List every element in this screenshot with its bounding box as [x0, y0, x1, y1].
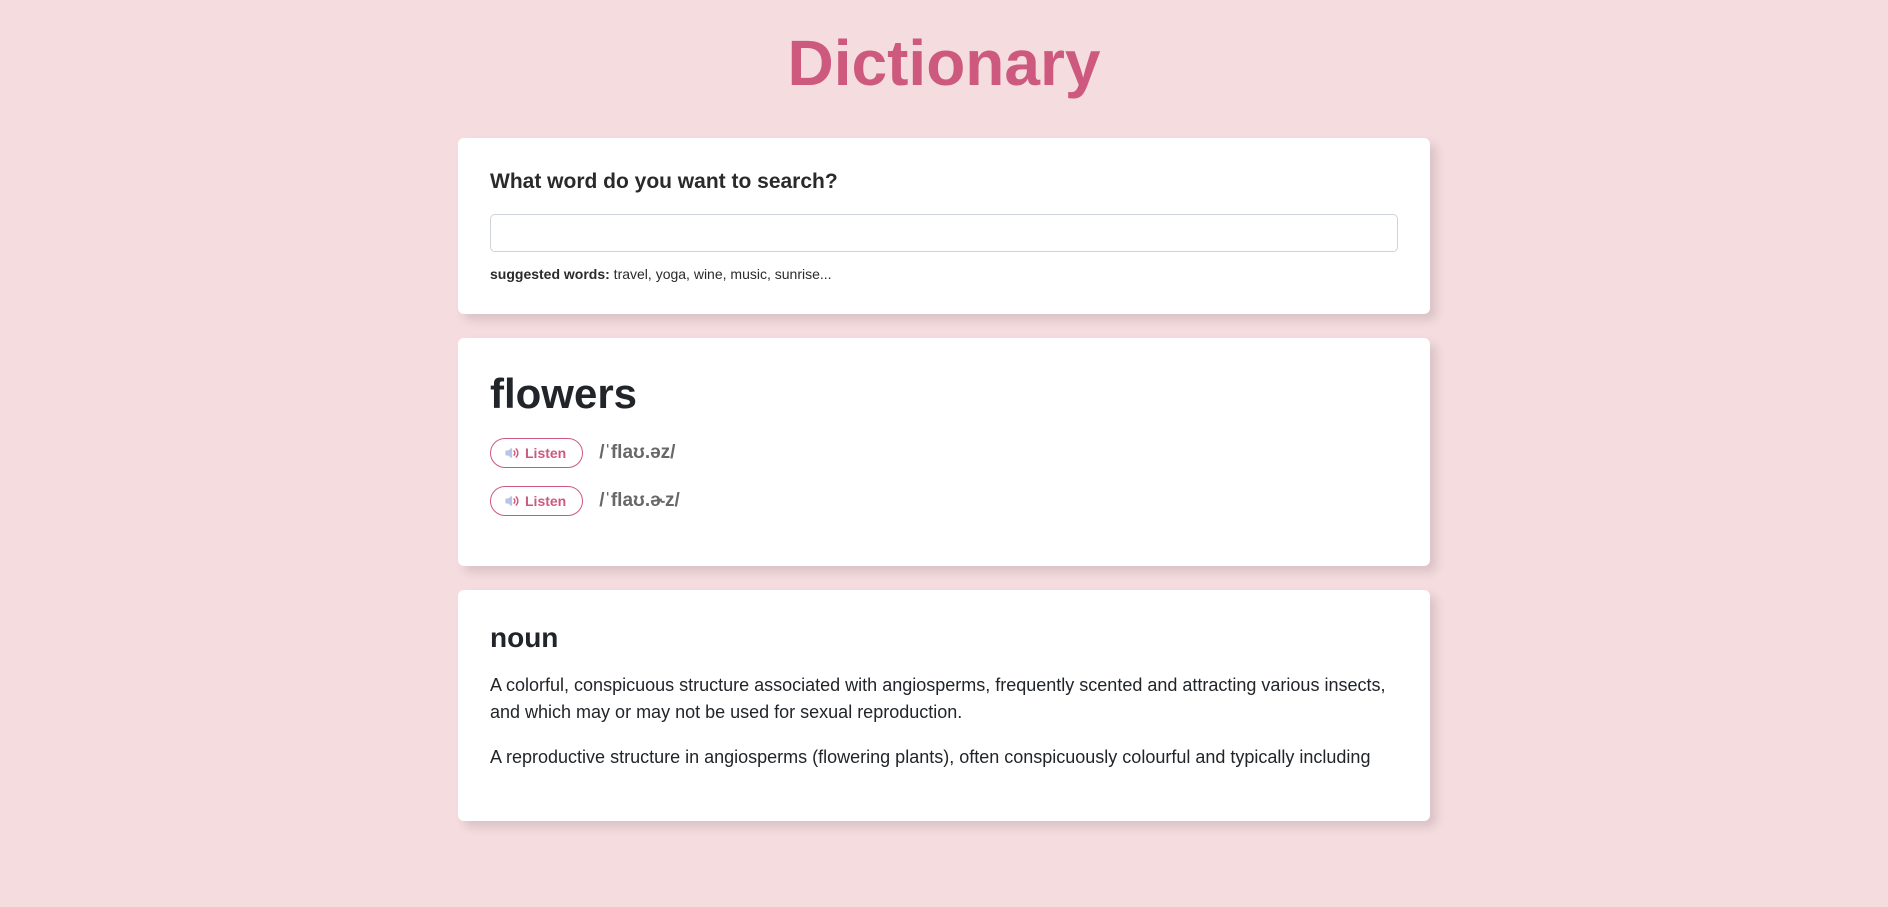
- speaker-icon: [505, 494, 519, 508]
- listen-button[interactable]: Listen: [490, 486, 583, 516]
- listen-label: Listen: [525, 493, 566, 509]
- definition-card: noun A colorful, conspicuous structure a…: [458, 590, 1430, 821]
- page-title: Dictionary: [458, 0, 1430, 138]
- phonetic-row: Listen /ˈflaʊ.ɚz/: [490, 486, 1398, 516]
- word-term: flowers: [490, 370, 1398, 418]
- suggested-label: suggested words:: [490, 266, 610, 282]
- search-input[interactable]: [490, 214, 1398, 252]
- definition-text: A reproductive structure in angiosperms …: [490, 744, 1398, 771]
- listen-label: Listen: [525, 445, 566, 461]
- suggested-words: suggested words: travel, yoga, wine, mus…: [490, 266, 1398, 282]
- word-card: flowers Listen /ˈflaʊ.əz/: [458, 338, 1430, 566]
- phonetic-text: /ˈflaʊ.əz/: [599, 442, 675, 464]
- search-card: What word do you want to search? suggest…: [458, 138, 1430, 314]
- phonetic-row: Listen /ˈflaʊ.əz/: [490, 438, 1398, 468]
- listen-button[interactable]: Listen: [490, 438, 583, 468]
- search-label: What word do you want to search?: [490, 170, 1398, 194]
- phonetic-text: /ˈflaʊ.ɚz/: [599, 490, 680, 512]
- definition-text: A colorful, conspicuous structure associ…: [490, 672, 1398, 726]
- suggested-text: travel, yoga, wine, music, sunrise...: [610, 266, 832, 282]
- part-of-speech: noun: [490, 622, 1398, 654]
- speaker-icon: [505, 446, 519, 460]
